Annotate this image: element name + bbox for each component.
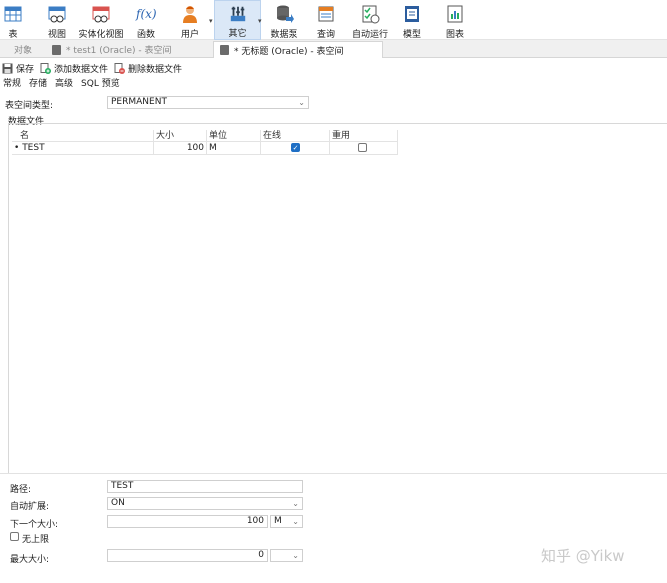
delete-file-icon [114, 62, 126, 74]
datafile-table: 名 大小 单位 在线 重用 • TEST 100 M ✓ [12, 130, 398, 155]
datafile-name[interactable]: TEST [22, 143, 44, 153]
chevron-down-icon: ⌄ [292, 517, 299, 526]
delete-datafile-button[interactable]: 删除数据文件 [114, 62, 182, 75]
table-icon [4, 6, 22, 22]
column-header-name[interactable]: 名 [12, 130, 154, 142]
table-header: 名 大小 单位 在线 重用 [12, 130, 398, 142]
datafile-group [8, 123, 667, 473]
chart-icon [447, 5, 463, 23]
add-datafile-button[interactable]: 添加数据文件 [40, 62, 108, 75]
tab-untitled-tablespace[interactable]: * 无标题 (Oracle) - 表空间 [213, 41, 383, 58]
editor-tab-bar: 对象 * test1 (Oracle) - 表空间 * 无标题 (Oracle)… [0, 40, 667, 58]
action-bar: 保存 添加数据文件 删除数据文件 [0, 61, 188, 75]
next-size-unit-select[interactable]: M ⌄ [270, 515, 303, 528]
add-file-icon [40, 62, 52, 74]
tools-icon [230, 6, 245, 22]
tab-sql-preview[interactable]: SQL 预览 [77, 77, 124, 91]
automation-icon [362, 5, 380, 24]
toolbar-data-pump-button[interactable]: 数据泵 [268, 0, 300, 40]
reuse-checkbox[interactable] [358, 143, 367, 152]
datafile-unit[interactable]: M [207, 142, 261, 154]
toolbar-view-button[interactable]: 视图 [42, 0, 72, 40]
datafile-size[interactable]: 100 [154, 142, 207, 154]
unlimited-checkbox[interactable] [10, 532, 19, 541]
chevron-down-icon: ⌄ [292, 551, 299, 560]
query-icon [318, 6, 334, 22]
tablespace-type-label: 表空间类型: [5, 101, 54, 111]
main-toolbar: 表 视图 实体化视图 f(x) 函数 用户 ▾ 其它 ▾ 数据泵 查询 自动运行… [0, 0, 667, 40]
save-icon [2, 63, 13, 73]
column-header-reuse[interactable]: 重用 [330, 130, 398, 142]
document-icon [220, 45, 229, 55]
tab-general[interactable]: 常规 [0, 77, 25, 91]
max-size-input[interactable]: 0 [107, 549, 268, 562]
other-dropdown-caret[interactable]: ▾ [258, 17, 262, 25]
table-row[interactable]: • TEST 100 M ✓ [12, 142, 398, 155]
online-checkbox[interactable]: ✓ [291, 143, 300, 152]
tab-storage[interactable]: 存储 [25, 77, 51, 91]
toolbar-user-button[interactable]: 用户 [176, 0, 204, 40]
path-input[interactable]: TEST [107, 480, 303, 493]
document-icon [52, 44, 61, 55]
autoextend-label: 自动扩展: [10, 502, 50, 512]
divider [0, 473, 667, 474]
user-dropdown-caret[interactable]: ▾ [209, 17, 213, 25]
materialized-view-icon [92, 6, 110, 23]
toolbar-chart-button[interactable]: 图表 [441, 0, 469, 40]
current-row-marker: • [14, 143, 20, 153]
toolbar-model-button[interactable]: 模型 [398, 0, 426, 40]
toolbar-other-button[interactable]: 其它 [214, 0, 261, 40]
column-header-size[interactable]: 大小 [154, 130, 207, 142]
next-size-label: 下一个大小: [10, 520, 59, 530]
property-tabs: 常规 存储 高级 SQL 预览 [0, 77, 124, 91]
column-header-online[interactable]: 在线 [261, 130, 330, 142]
tablespace-type-select[interactable]: PERMANENT ⌄ [107, 96, 309, 109]
next-size-input[interactable]: 100 [107, 515, 268, 528]
toolbar-query-button[interactable]: 查询 [312, 0, 340, 40]
model-icon [405, 6, 419, 22]
unlimited-label: 无上限 [22, 535, 50, 545]
tab-advanced[interactable]: 高级 [51, 77, 77, 91]
toolbar-table-button[interactable]: 表 [0, 0, 26, 40]
toolbar-materialized-view-button[interactable]: 实体化视图 [78, 0, 124, 40]
function-icon: f(x) [136, 7, 157, 21]
path-label: 路径: [10, 485, 32, 495]
max-size-label: 最大大小: [10, 555, 50, 565]
max-size-unit-select[interactable]: ⌄ [270, 549, 303, 562]
column-header-unit[interactable]: 单位 [207, 130, 261, 142]
chevron-down-icon: ⌄ [298, 98, 305, 107]
user-icon [183, 6, 197, 23]
autoextend-select[interactable]: ON ⌄ [107, 497, 303, 510]
data-pump-icon [277, 5, 294, 23]
save-button[interactable]: 保存 [2, 62, 34, 75]
view-icon [48, 6, 66, 23]
toolbar-automation-button[interactable]: 自动运行 [350, 0, 390, 40]
tab-objects[interactable]: 对象 [8, 41, 46, 58]
chevron-down-icon: ⌄ [292, 499, 299, 508]
watermark: 知乎 @Yikw [541, 547, 625, 565]
tab-test1-tablespace[interactable]: * test1 (Oracle) - 表空间 [46, 41, 212, 58]
toolbar-function-button[interactable]: f(x) 函数 [132, 0, 160, 40]
